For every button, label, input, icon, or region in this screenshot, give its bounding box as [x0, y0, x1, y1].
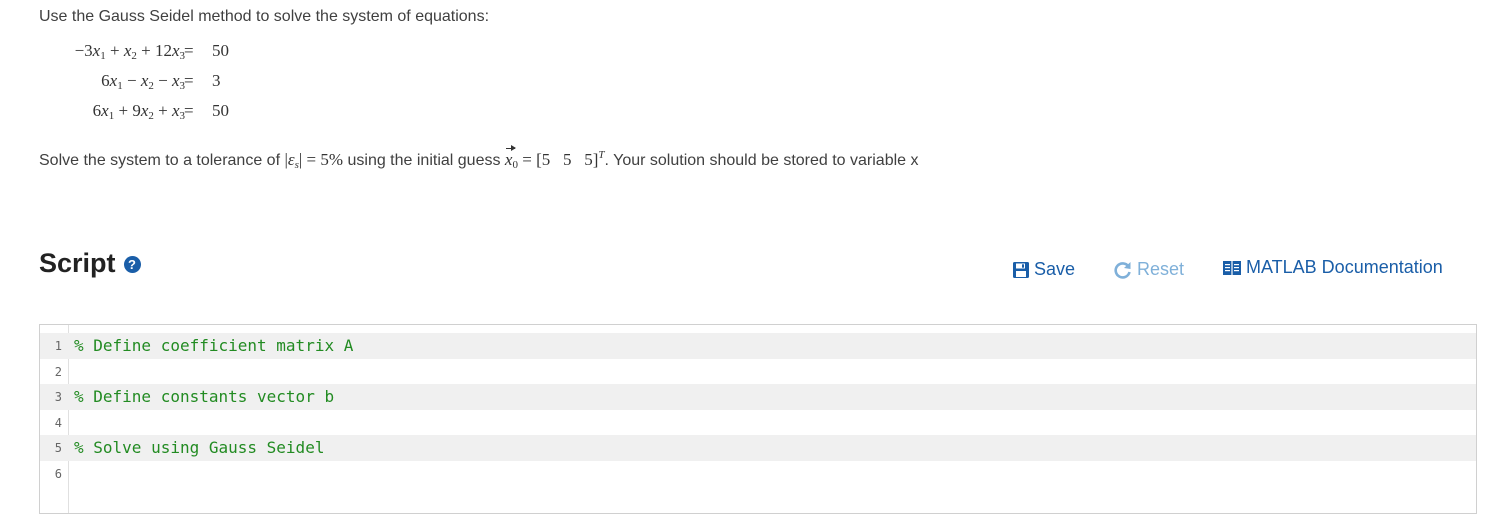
- code-line[interactable]: 3 % Define constants vector b: [40, 384, 1476, 410]
- code-line[interactable]: 1 % Define coefficient matrix A: [40, 333, 1476, 359]
- reset-icon: [1114, 261, 1131, 279]
- line-number: 5: [54, 441, 62, 455]
- equation-rhs: 50: [212, 41, 229, 60]
- line-number: 4: [54, 416, 62, 430]
- equation-lhs: −3x1 + x2 + 12x3: [74, 41, 185, 62]
- tolerance-suffix: . Your solution should be stored to vari…: [604, 152, 919, 169]
- equation-lhs: 6x1 + 9x2 + x3: [92, 101, 185, 122]
- code-comment: % Define constants vector b: [74, 387, 335, 406]
- reset-label: Reset: [1137, 259, 1185, 279]
- book-icon: [1223, 260, 1241, 275]
- equals-sign: =: [184, 101, 194, 120]
- script-heading: Script ?: [39, 248, 141, 279]
- code-editor[interactable]: 1 % Define coefficient matrix A 2 3 % De…: [39, 324, 1477, 514]
- equals-sign: =: [184, 71, 194, 90]
- documentation-label: MATLAB Documentation: [1246, 257, 1443, 277]
- help-icon[interactable]: ?: [123, 256, 141, 273]
- equation-rhs: 50: [212, 101, 229, 120]
- equals-sign: =: [184, 41, 194, 60]
- guess-text: using the initial guess: [347, 152, 501, 169]
- initial-guess-expression: x0 = [5 5 5]T: [504, 145, 605, 171]
- equation-row-1: −3x1 + x2 + 12x3 = 50: [0, 40, 1511, 62]
- save-label: Save: [1034, 259, 1076, 279]
- code-line[interactable]: 2: [40, 359, 1476, 385]
- code-line[interactable]: 5 % Solve using Gauss Seidel: [40, 435, 1476, 461]
- code-comment: % Define coefficient matrix A: [74, 336, 354, 355]
- tolerance-expression: |εs| = 5%: [284, 150, 344, 171]
- save-icon: [1013, 261, 1029, 278]
- equation-row-2: 6x1 − x2 − x3 = 3: [0, 70, 1511, 92]
- tolerance-statement: Solve the system to a tolerance of |εs| …: [39, 145, 919, 171]
- code-line[interactable]: 6: [40, 461, 1476, 487]
- code-line[interactable]: 4: [40, 410, 1476, 436]
- line-number: 6: [54, 467, 62, 481]
- equation-lhs: 6x1 − x2 − x3: [101, 71, 185, 92]
- problem-intro: Use the Gauss Seidel method to solve the…: [39, 8, 490, 25]
- code-comment: % Solve using Gauss Seidel: [74, 438, 325, 457]
- save-button[interactable]: Save: [1012, 259, 1075, 280]
- equation-row-3: 6x1 + 9x2 + x3 = 50: [0, 100, 1511, 122]
- equation-rhs: 3: [212, 71, 221, 90]
- line-number: 2: [54, 365, 62, 379]
- script-title: Script: [39, 248, 116, 278]
- line-number: 1: [54, 339, 62, 353]
- line-number: 3: [54, 390, 62, 404]
- matlab-documentation-link[interactable]: MATLAB Documentation: [1222, 257, 1443, 278]
- reset-button[interactable]: Reset: [1113, 259, 1184, 280]
- tolerance-prefix: Solve the system to a tolerance of: [39, 152, 281, 169]
